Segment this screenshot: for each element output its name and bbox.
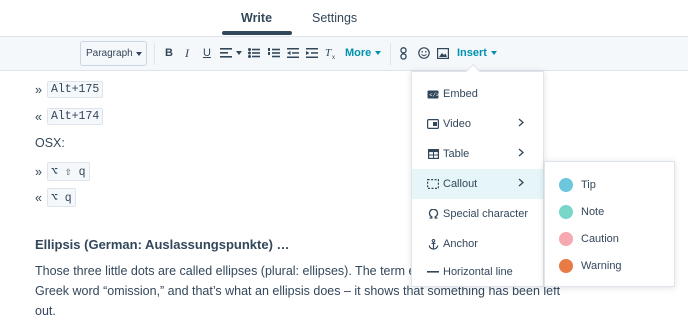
- horizontal-line-icon: [427, 266, 439, 278]
- chevron-down-icon: [136, 52, 142, 56]
- content-line: « ⌥ q: [35, 188, 76, 207]
- clear-formatting-icon: Tx: [325, 47, 335, 59]
- menu-item-anchor[interactable]: Anchor: [412, 229, 543, 259]
- callout-option-label: Warning: [581, 259, 622, 272]
- menu-item-embed[interactable]: </> Embed: [412, 79, 543, 109]
- svg-text:</>: </>: [429, 91, 439, 98]
- more-menu-button[interactable]: More: [345, 45, 382, 61]
- menu-item-callout[interactable]: Callout: [412, 169, 543, 199]
- image-icon: [437, 47, 449, 59]
- svg-text:T: T: [325, 47, 332, 59]
- callout-option-label: Note: [581, 205, 605, 218]
- chevron-down-icon: [490, 51, 497, 55]
- chevron-down-icon: [236, 51, 242, 55]
- emoji-button[interactable]: [418, 45, 430, 61]
- callout-icon: [427, 178, 439, 190]
- callout-option-label: Tip: [581, 178, 596, 191]
- chevron-right-icon: [518, 148, 524, 160]
- menu-item-label: Horizontal line: [443, 266, 513, 278]
- outdent-icon: [287, 48, 299, 58]
- guillemet-symbol: »: [35, 164, 42, 179]
- indent-button[interactable]: [306, 45, 318, 61]
- more-label: More: [345, 47, 372, 59]
- menu-item-label: Table: [443, 148, 470, 160]
- insert-label: Insert: [457, 47, 487, 59]
- outdent-button[interactable]: [287, 45, 299, 61]
- image-button[interactable]: [437, 45, 449, 61]
- numbered-list-icon: [268, 48, 280, 58]
- clear-formatting-button[interactable]: Tx: [325, 45, 337, 61]
- indent-icon: [306, 48, 318, 58]
- menu-item-special-character[interactable]: Special character: [412, 199, 543, 229]
- emoji-icon: [418, 47, 430, 59]
- insert-dropdown-menu: </> Embed Video Table Callout Special ch…: [411, 63, 544, 287]
- tab-settings[interactable]: Settings: [312, 11, 357, 25]
- table-icon: [427, 148, 439, 160]
- anchor-icon: [427, 238, 439, 250]
- paragraph-style-label: Paragraph: [86, 48, 133, 59]
- content-line: OSX:: [35, 136, 65, 150]
- callout-option-warning[interactable]: Warning: [545, 252, 674, 279]
- editor-tabs: Write Settings: [0, 0, 688, 36]
- menu-item-table[interactable]: Table: [412, 139, 543, 169]
- video-icon: [427, 118, 439, 130]
- content-line: « Alt+174: [35, 108, 104, 125]
- active-tab-indicator: [222, 31, 292, 35]
- guillemet-symbol: »: [35, 82, 42, 97]
- tab-write[interactable]: Write: [241, 11, 272, 25]
- note-color-swatch: [559, 204, 573, 219]
- callout-submenu: Tip Note Caution Warning: [544, 161, 675, 287]
- guillemet-symbol: «: [35, 190, 42, 205]
- platform-label: OSX:: [35, 136, 65, 150]
- bold-button[interactable]: B: [165, 45, 173, 61]
- menu-item-horizontal-line[interactable]: Horizontal line: [412, 257, 543, 287]
- chevron-down-icon: [375, 51, 382, 55]
- underline-button[interactable]: U: [203, 45, 211, 61]
- embed-icon: </>: [427, 88, 439, 100]
- warning-color-swatch: [559, 258, 573, 273]
- toolbar-divider: [154, 43, 155, 65]
- italic-button[interactable]: I: [185, 45, 189, 61]
- menu-item-label: Callout: [443, 178, 478, 190]
- paragraph-style-select[interactable]: Paragraph: [80, 41, 147, 66]
- align-button[interactable]: [220, 45, 242, 61]
- link-button[interactable]: [400, 45, 408, 61]
- align-left-icon: [220, 48, 232, 58]
- callout-option-tip[interactable]: Tip: [545, 171, 674, 198]
- chevron-right-icon: [518, 178, 524, 190]
- guillemet-symbol: «: [35, 109, 42, 124]
- menu-item-label: Embed: [443, 88, 478, 100]
- content-line: » Alt+175: [35, 81, 104, 98]
- content-line: » ⌥ ⇧ q: [35, 162, 90, 181]
- keyboard-shortcut: Alt+174: [46, 108, 104, 125]
- menu-item-video[interactable]: Video: [412, 109, 543, 139]
- formatting-toolbar: Paragraph B I U Tx More Insert: [0, 36, 688, 71]
- keyboard-shortcut: ⌥ ⇧ q: [46, 162, 90, 181]
- bulleted-list-button[interactable]: [248, 45, 260, 61]
- menu-item-label: Special character: [443, 208, 528, 220]
- menu-item-label: Video: [443, 118, 471, 130]
- link-icon: [400, 46, 407, 60]
- chevron-right-icon: [518, 118, 524, 130]
- menu-item-label: Anchor: [443, 238, 478, 250]
- tip-color-swatch: [559, 177, 573, 192]
- callout-option-caution[interactable]: Caution: [545, 225, 674, 252]
- numbered-list-button[interactable]: [268, 45, 280, 61]
- callout-option-note[interactable]: Note: [545, 198, 674, 225]
- section-heading: Ellipsis (German: Auslassungspunkte) …: [35, 237, 290, 252]
- bulleted-list-icon: [248, 48, 260, 58]
- toolbar-divider: [390, 43, 391, 65]
- paragraph-line: out.: [35, 304, 56, 318]
- callout-option-label: Caution: [581, 232, 619, 245]
- caution-color-swatch: [559, 231, 573, 246]
- keyboard-shortcut: Alt+175: [46, 81, 104, 98]
- omega-icon: [427, 208, 439, 220]
- svg-text:x: x: [332, 55, 335, 59]
- insert-menu-button[interactable]: Insert: [457, 45, 497, 61]
- keyboard-shortcut: ⌥ q: [46, 188, 76, 207]
